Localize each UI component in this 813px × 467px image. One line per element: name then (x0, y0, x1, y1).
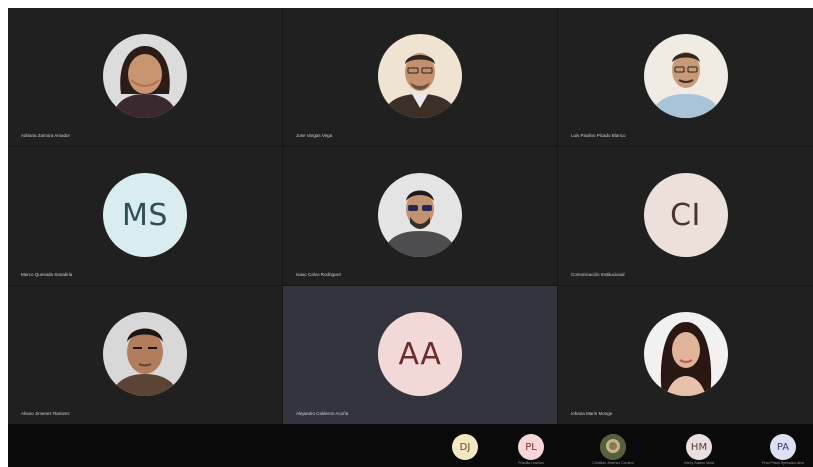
mini-initials: PA (776, 441, 790, 453)
participant-tile[interactable]: Alvaro Jimenez Ramirez (8, 286, 282, 424)
participant-photo (643, 34, 728, 118)
participant-photo (103, 34, 187, 118)
mini-photo-avatar (600, 434, 626, 460)
participant-photo (378, 173, 462, 257)
participant-name: Adriana Zamora Amador (21, 133, 71, 138)
avatar-initials: CI (670, 197, 701, 233)
meeting-stage: Adriana Zamora Amador Jose Vargas Vega L… (8, 8, 813, 467)
initials-avatar: AA (378, 312, 462, 396)
participant-tile[interactable]: Adriana Zamora Amador (8, 8, 282, 146)
overflow-participant-name: Christian Jimenez Cordero (592, 461, 634, 465)
mini-initials: HM (690, 441, 708, 453)
overflow-participant-name: Priscilla Leandro (518, 461, 544, 465)
overflow-participant-name: Henry Solano Mora (683, 461, 715, 465)
overflow-participant-name: Prod Priscil Spezzano Alva (762, 461, 804, 465)
participant-tile[interactable]: CI Comunicación Institucional (558, 147, 813, 285)
mini-initials-avatar: PA (770, 434, 796, 460)
participant-name: Alvaro Jimenez Ramirez (21, 411, 70, 416)
participant-name: Comunicación Institucional (571, 272, 625, 277)
participant-tile[interactable]: Luis Paulino Picado Blanco (558, 8, 813, 146)
mini-initials-avatar: DJ (452, 434, 478, 460)
mini-initials-avatar: HM (686, 434, 712, 460)
overflow-participant[interactable]: PL Priscilla Leandro (502, 424, 560, 467)
overflow-participant[interactable]: HM Henry Solano Mora (670, 424, 728, 467)
participant-name: Marco Quesada Sanabria (21, 272, 73, 277)
overflow-participant[interactable]: DJ (436, 424, 494, 467)
participant-photo (103, 312, 187, 396)
mini-initials-avatar: PL (518, 434, 544, 460)
overflow-participant[interactable]: PA Prod Priscil Spezzano Alva (754, 424, 812, 467)
avatar-initials: MS (122, 197, 168, 233)
overflow-participant[interactable]: Christian Jimenez Cordero (584, 424, 642, 467)
initials-avatar: MS (103, 173, 187, 257)
video-grid: Adriana Zamora Amador Jose Vargas Vega L… (8, 8, 813, 424)
participant-name: Alejandro Calderon Acuña (296, 411, 349, 416)
participant-name: Iohana Marin Monge (571, 411, 613, 416)
participant-name: Luis Paulino Picado Blanco (571, 133, 626, 138)
participant-tile[interactable]: MS Marco Quesada Sanabria (8, 147, 282, 285)
participant-tile[interactable]: Isaac Calvo Rodriguez (283, 147, 557, 285)
mini-initials: DJ (459, 441, 471, 453)
participant-tile-active-speaker[interactable]: AA Alejandro Calderon Acuña (283, 286, 557, 424)
initials-avatar: CI (643, 173, 728, 257)
participant-name: Isaac Calvo Rodriguez (296, 272, 342, 277)
participant-tile[interactable]: Jose Vargas Vega (283, 8, 557, 146)
mini-initials: PL (525, 441, 537, 453)
avatar-initials: AA (398, 336, 442, 372)
participant-name: Jose Vargas Vega (296, 133, 333, 138)
participant-photo (643, 312, 728, 396)
overflow-participants-bar: DJ PL Priscilla Leandro Christian Jimene… (8, 424, 813, 467)
participant-tile[interactable]: Iohana Marin Monge (558, 286, 813, 424)
participant-photo (378, 34, 462, 118)
